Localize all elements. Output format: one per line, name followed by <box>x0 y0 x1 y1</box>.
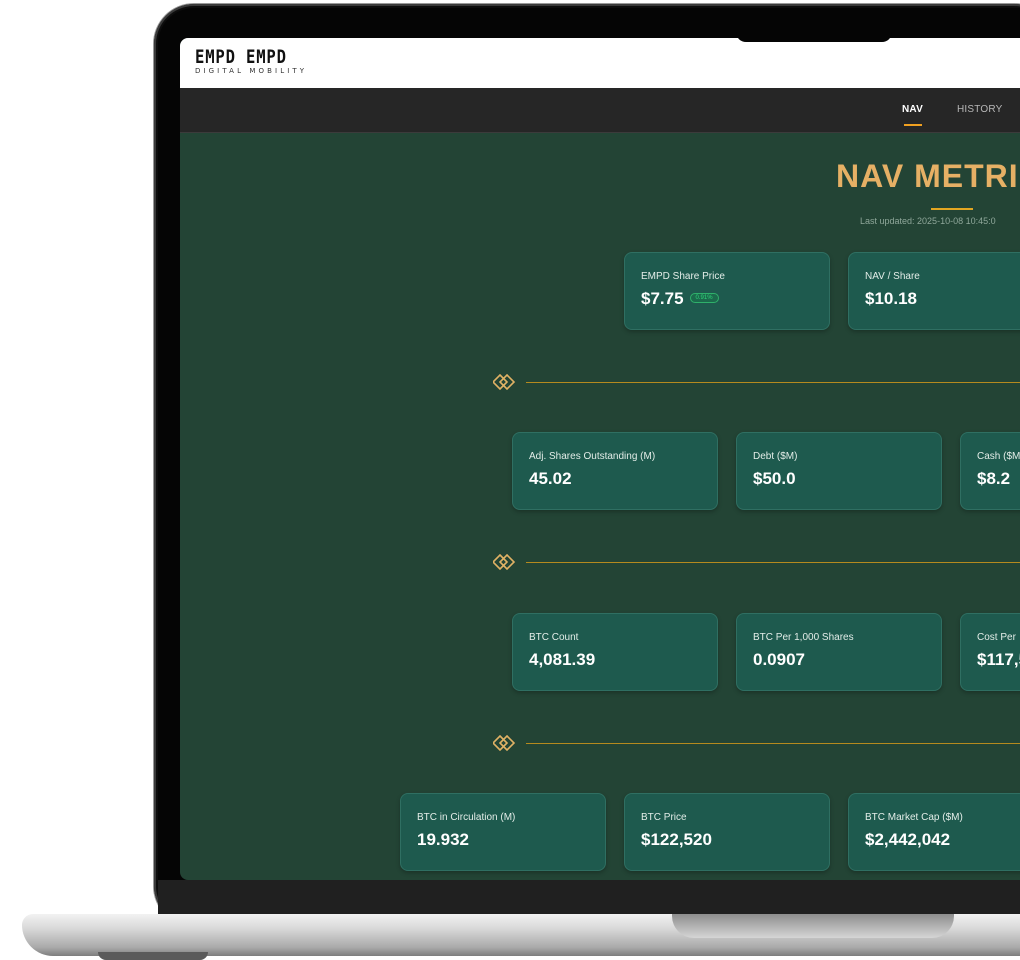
metric-card-btc-per-1000: BTC Per 1,000 Shares 0.0907 <box>736 613 942 691</box>
camera-notch <box>736 28 892 42</box>
metric-value: $50.0 <box>753 469 796 488</box>
metric-value: $2,442,042 <box>865 830 951 849</box>
metric-value: 4,081.39 <box>529 650 596 669</box>
section-divider <box>526 382 1020 383</box>
brand-subtitle: DIGITAL MOBILITY <box>195 67 308 75</box>
metric-card-btc-count: BTC Count 4,081.39 <box>512 613 718 691</box>
metric-card-btc-market-cap: BTC Market Cap ($M) $2,442,042 <box>848 793 1020 871</box>
metric-value: 0.0907 <box>753 650 805 669</box>
metric-label: Cash ($M <box>977 451 1020 462</box>
share-price-value: $7.75 <box>641 289 684 308</box>
metric-value: $7.75 0.91% <box>641 289 719 309</box>
app-screen: EMPD EMPD DIGITAL MOBILITY NAV HISTORY N… <box>180 38 1020 880</box>
section-divider <box>526 743 1020 744</box>
double-diamond-link-icon <box>493 554 516 570</box>
section-divider <box>526 562 1020 563</box>
metric-card-debt: Debt ($M) $50.0 <box>736 432 942 510</box>
laptop-foot <box>98 952 208 960</box>
metric-value: $8.2 <box>977 469 1011 488</box>
header: EMPD EMPD DIGITAL MOBILITY <box>180 38 1020 88</box>
page-title: NAV METRI <box>836 158 1019 194</box>
metric-value: $10.18 <box>865 289 917 308</box>
brand-logo[interactable]: EMPD EMPD DIGITAL MOBILITY <box>195 47 307 76</box>
metric-label: BTC Price <box>641 812 687 823</box>
metric-label: BTC Count <box>529 632 579 643</box>
double-diamond-link-icon <box>493 735 516 751</box>
metric-label: EMPD Share Price <box>641 271 725 282</box>
bezel-bottom <box>158 880 1020 914</box>
metric-label: BTC Market Cap ($M) <box>865 812 963 823</box>
metric-value: 19.932 <box>417 830 469 849</box>
metric-card-cost-per: Cost Per $117,5 <box>960 613 1020 691</box>
tab-history[interactable]: HISTORY <box>957 104 1003 115</box>
last-updated: Last updated: 2025-10-08 10:45:0 <box>860 216 996 226</box>
double-diamond-link-icon <box>493 374 516 390</box>
tab-nav[interactable]: NAV <box>902 104 923 115</box>
metric-label: BTC Per 1,000 Shares <box>753 632 854 643</box>
metric-label: NAV / Share <box>865 271 920 282</box>
metric-label: Cost Per <box>977 632 1016 643</box>
nav-bar: NAV HISTORY <box>180 88 1020 133</box>
metric-value: $122,520 <box>641 830 712 849</box>
metric-card-cash: Cash ($M $8.2 <box>960 432 1020 510</box>
metric-value: $117,5 <box>977 650 1020 669</box>
change-badge: 0.91% <box>689 292 719 303</box>
laptop-base-groove <box>672 914 954 938</box>
brand-name: EMPD EMPD <box>195 46 287 68</box>
metric-value: 45.02 <box>529 469 572 488</box>
metric-label: Adj. Shares Outstanding (M) <box>529 451 656 462</box>
metric-label: BTC in Circulation (M) <box>417 812 516 823</box>
metric-card-btc-price: BTC Price $122,520 <box>624 793 830 871</box>
metric-card-share-price: EMPD Share Price $7.75 0.91% <box>624 252 830 330</box>
title-underline <box>931 208 973 210</box>
metric-card-btc-circulation: BTC in Circulation (M) 19.932 <box>400 793 606 871</box>
metric-card-nav-per-share: NAV / Share $10.18 <box>848 252 1020 330</box>
active-tab-indicator <box>904 124 922 126</box>
metric-card-adj-shares: Adj. Shares Outstanding (M) 45.02 <box>512 432 718 510</box>
metric-label: Debt ($M) <box>753 451 798 462</box>
